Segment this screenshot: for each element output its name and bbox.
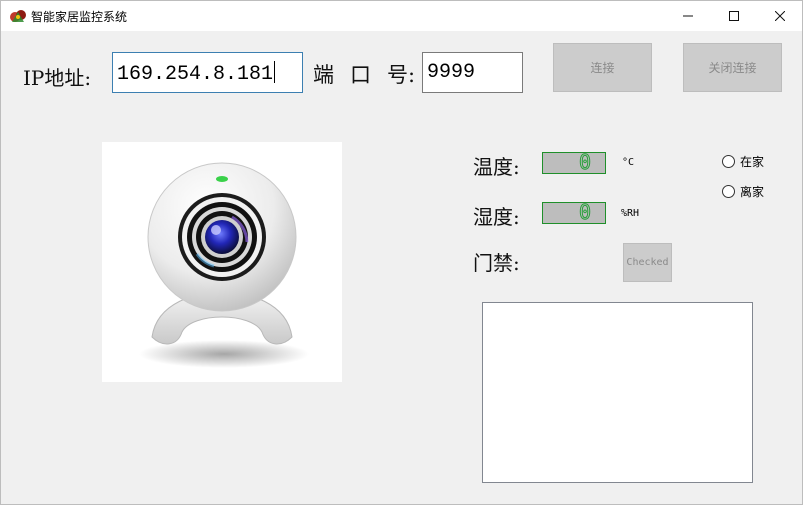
title-bar[interactable]: 智能家居监控系统 <box>1 1 802 31</box>
close-icon <box>775 11 785 21</box>
temperature-label: 温度: <box>473 155 520 179</box>
text-caret <box>274 61 276 83</box>
temperature-display: 0 <box>542 152 606 174</box>
radio-circle-icon <box>722 185 735 198</box>
temperature-value: 0 <box>578 150 591 174</box>
maximize-icon <box>729 11 739 21</box>
temperature-unit: °C <box>622 157 635 168</box>
mode-radio-home[interactable]: 在家 <box>722 153 764 170</box>
mode-radio-away[interactable]: 离家 <box>722 183 764 200</box>
camera-image-panel <box>102 142 342 382</box>
maximize-button[interactable] <box>711 1 757 31</box>
humidity-display: 0 <box>542 202 606 224</box>
port-label-part-1: 端 <box>313 63 334 87</box>
humidity-value: 0 <box>578 200 591 224</box>
ip-address-label: IP地址: <box>23 66 92 90</box>
window-title: 智能家居监控系统 <box>31 10 128 24</box>
port-input[interactable]: 9999 <box>422 52 523 93</box>
mode-radio-home-label: 在家 <box>740 155 765 169</box>
log-textbox[interactable] <box>482 302 753 483</box>
app-logo-icon <box>10 10 26 22</box>
disconnect-button[interactable]: 关闭连接 <box>683 43 782 92</box>
main-window: 智能家居监控系统 IP地址: 169.254.8.181 端口号: 9999 连… <box>0 0 803 505</box>
humidity-unit: %RH <box>621 208 640 219</box>
door-access-label: 门禁: <box>473 251 520 275</box>
door-checked-button[interactable]: Checked <box>623 243 672 282</box>
close-button[interactable] <box>757 1 803 31</box>
mode-radio-away-label: 离家 <box>740 185 765 199</box>
ip-address-input[interactable]: 169.254.8.181 <box>112 52 303 93</box>
ip-address-value: 169.254.8.181 <box>117 63 274 86</box>
webcam-image <box>139 162 309 368</box>
radio-circle-icon <box>722 155 735 168</box>
minimize-button[interactable] <box>665 1 711 31</box>
port-label-part-3: 号: <box>387 63 416 87</box>
port-label: 端口号: <box>313 59 415 89</box>
minimize-icon <box>683 15 693 17</box>
port-label-part-2: 口 <box>350 63 371 87</box>
humidity-label: 湿度: <box>473 205 520 229</box>
connect-button[interactable]: 连接 <box>553 43 652 92</box>
